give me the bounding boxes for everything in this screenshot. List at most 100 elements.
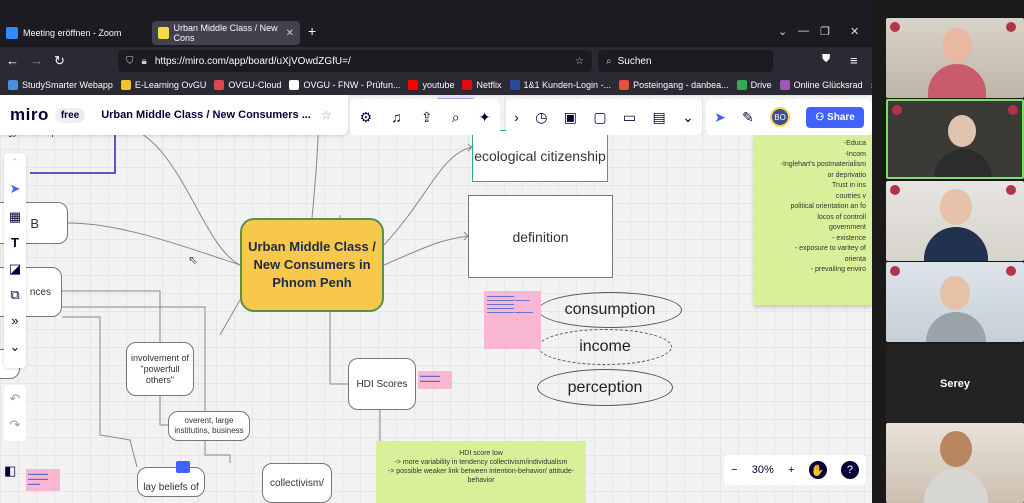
note-line: government <box>829 224 866 231</box>
participant-video[interactable] <box>886 423 1024 503</box>
bookmark-icon <box>289 80 300 90</box>
central-topic-card[interactable]: Urban Middle Class / New Consumers in Ph… <box>240 218 384 312</box>
more-tools-icon[interactable]: » <box>4 313 26 328</box>
expand-icon[interactable]: ⌄ <box>4 339 26 355</box>
card-definition[interactable]: definition <box>468 195 613 278</box>
card-ecological-citizenship[interactable]: ecological citizenship <box>472 130 608 182</box>
participant-video-speaking[interactable] <box>886 99 1024 179</box>
comment-icon[interactable] <box>176 461 190 473</box>
board-title[interactable]: Urban Middle Class / New Consumers ... <box>101 109 311 121</box>
back-icon[interactable]: ← <box>6 53 19 68</box>
connector <box>62 316 138 468</box>
bookmark-elearning[interactable]: E-Learning OvGU <box>120 80 206 90</box>
bookmark-1und1[interactable]: 1&1 Kunden-Login -... <box>509 80 612 90</box>
new-tab-icon[interactable]: + <box>308 23 316 39</box>
bookmark-posteingang[interactable]: Posteingang - danbea... <box>619 80 729 90</box>
participant-video[interactable] <box>886 18 1024 98</box>
sticky-note-link[interactable]: ▬▬▬▬▬ ▬▬▬▬▬ <box>418 371 452 389</box>
browser-nav-bar: ← → ↻ ⛉ 🔒︎ https://miro.com/app/board/uX… <box>0 47 872 75</box>
url-bar[interactable]: ⛉ 🔒︎ https://miro.com/app/board/uXjVOwdZ… <box>118 50 592 72</box>
oval-perception[interactable]: perception <box>537 369 673 406</box>
mouse-cursor-icon: ⇖ <box>188 253 199 267</box>
voting-icon[interactable]: ▢ <box>593 109 606 126</box>
bookmark-star-icon[interactable]: ☆ <box>575 56 584 67</box>
participant-video[interactable] <box>886 262 1024 342</box>
pocket-icon[interactable]: ⛊ <box>822 53 830 66</box>
note-line: or deprivatio <box>827 171 866 179</box>
bookmark-icon <box>8 80 18 90</box>
bookmark-ovgu-cloud[interactable]: OVGU-Cloud <box>214 80 281 90</box>
card-hdi-scores[interactable]: HDI Scores <box>348 358 416 410</box>
help-button[interactable]: ? <box>840 461 859 479</box>
notes-icon[interactable]: ▤ <box>652 109 665 126</box>
settings-icon[interactable]: ⚙ <box>360 109 373 126</box>
restore-icon[interactable]: ❐ <box>820 25 830 38</box>
person-head <box>948 115 976 147</box>
search-input[interactable]: ⌕ Suchen <box>598 50 773 72</box>
bookmark-gluecksrad[interactable]: Online Glücksrad <box>779 80 863 90</box>
shield-icon: ⛉ <box>126 55 134 67</box>
tab-miro-board[interactable]: Urban Middle Class / New Cons ✕ <box>152 21 300 45</box>
collapse-icon[interactable]: › <box>514 109 519 125</box>
share-button[interactable]: ⚇ Share <box>806 106 864 128</box>
oval-income[interactable]: income <box>538 329 672 365</box>
close-window-icon[interactable]: ✕ <box>850 25 859 38</box>
frame-icon[interactable]: ▣ <box>564 109 577 126</box>
shapes-icon[interactable]: ⧉ <box>4 287 26 303</box>
zoom-level[interactable]: 30% <box>752 464 774 476</box>
bookmark-ovgu-fnw[interactable]: OVGU - FNW - Prüfun... <box>289 80 400 90</box>
select-tool-icon[interactable]: ➤ <box>4 181 26 197</box>
upload-icon[interactable]: ⇪ <box>421 109 433 126</box>
bookmark-netflix[interactable]: Netflix <box>462 80 502 90</box>
participant-name-tile[interactable]: Serey <box>886 344 1024 424</box>
undo-icon[interactable]: ↶ <box>4 391 26 407</box>
collapse-icon[interactable]: ⌃ <box>4 157 26 168</box>
avatar[interactable]: BO <box>770 107 791 127</box>
hand-icon[interactable]: ✋ <box>808 461 827 479</box>
forward-icon[interactable]: → <box>30 53 43 68</box>
logo-icon <box>1006 185 1016 195</box>
bookmark-drive[interactable]: Drive <box>736 80 772 90</box>
reload-icon[interactable]: ↻ <box>54 53 65 69</box>
bookmark-youtube[interactable]: youtube <box>408 80 454 90</box>
card-government-business[interactable]: overent, large institutins, business <box>168 411 250 441</box>
more-icon[interactable]: ⌄ <box>682 109 694 126</box>
card-lay-beliefs[interactable]: lay beliefs of <box>137 467 205 497</box>
minimize-icon[interactable]: — <box>798 25 809 37</box>
sticky-note-link[interactable]: ▬▬▬▬▬ ▬▬▬▬▬ ▬▬▬ <box>26 469 60 491</box>
text-tool-icon[interactable]: T <box>4 235 26 250</box>
apps-icon[interactable]: ✦ <box>479 109 491 126</box>
sticky-note-links[interactable]: ▬▬▬▬▬▬▬▬▬ ▬▬▬▬▬▬▬▬▬ ▬▬▬▬▬ ▬▬▬▬▬▬▬▬▬ ▬▬▬▬… <box>484 291 541 349</box>
close-tab-icon[interactable]: ✕ <box>286 28 294 39</box>
miro-board-header: miro free Urban Middle Class / New Consu… <box>0 95 348 135</box>
miro-logo[interactable]: miro <box>10 105 49 125</box>
bell-icon[interactable]: ♫ <box>391 109 402 125</box>
menu-icon[interactable]: ≡ <box>850 53 858 68</box>
miro-canvas[interactable]: ergy consumption B nces Urban Middle Cla… <box>0 95 872 503</box>
tab-zoom-meeting[interactable]: Meeting eröffnen - Zoom <box>0 21 150 45</box>
sticky-note-factors[interactable]: -Educa -Incom -Inglehart's postmateriali… <box>754 135 872 305</box>
zoom-out-button[interactable]: − <box>731 464 737 476</box>
reactions-icon[interactable]: ✎ <box>742 109 754 126</box>
sticky-note-icon[interactable]: ◪ <box>4 261 26 277</box>
timer-icon[interactable]: ◷ <box>535 109 547 126</box>
oval-consumption[interactable]: consumption <box>538 292 682 328</box>
bookmark-label: 1&1 Kunden-Login -... <box>523 80 612 90</box>
card-powerful-others[interactable]: involvement of "powerfull others" <box>126 342 194 396</box>
redo-icon[interactable]: ↷ <box>4 417 26 433</box>
zoom-in-button[interactable]: + <box>788 464 794 476</box>
list-tabs-icon[interactable]: ⌄ <box>778 25 787 38</box>
bookmark-studysmarter[interactable]: StudySmarter Webapp <box>8 80 113 90</box>
board-panel-icon[interactable]: ◧ <box>4 463 16 479</box>
sticky-note-hdi[interactable]: HDI score low -> more variability in ten… <box>376 441 586 503</box>
star-icon[interactable]: ☆ <box>321 108 332 122</box>
comment-icon[interactable]: ▭ <box>623 109 636 126</box>
zoom-icon <box>6 27 18 39</box>
logo-icon <box>1008 105 1018 115</box>
cursor-tool-icon[interactable]: ➤ <box>714 109 726 126</box>
search-icon[interactable]: ⌕ <box>452 109 460 126</box>
participant-video[interactable] <box>886 181 1024 261</box>
plan-badge[interactable]: free <box>54 107 86 123</box>
card-collectivism[interactable]: collectivism/ <box>262 463 332 503</box>
templates-icon[interactable]: ▦ <box>4 209 26 225</box>
